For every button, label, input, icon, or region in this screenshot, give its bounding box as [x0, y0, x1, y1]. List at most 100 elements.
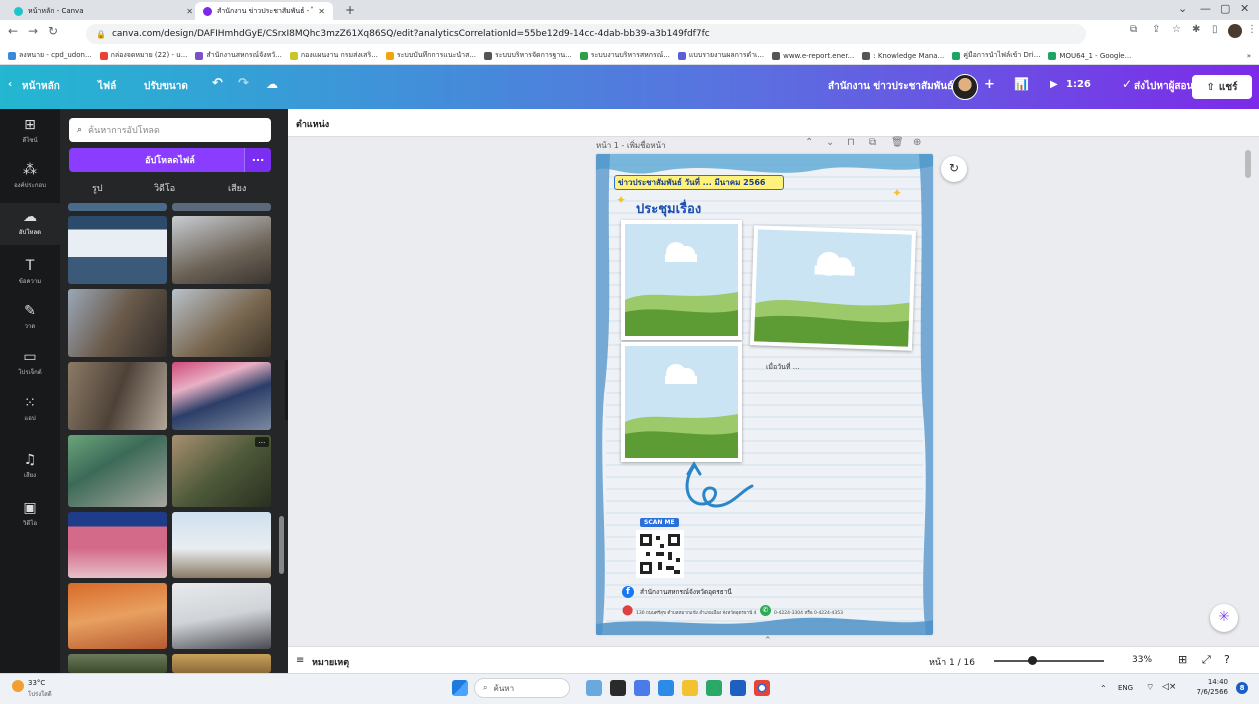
reload-icon[interactable]: ↻	[48, 24, 58, 38]
editor-scrollbar[interactable]	[1245, 150, 1251, 178]
add-page-icon[interactable]: ⊕	[913, 137, 921, 148]
upload-thumbnail[interactable]: ...	[172, 435, 271, 507]
browser-tab-design[interactable]: สำนักงาน ข่าวประชาสัมพันธ์ - ไปสเล ✕	[195, 2, 333, 20]
bookmark-item[interactable]: ระบบบริหารจัดการฐาน...	[484, 50, 572, 61]
photo-frame[interactable]	[621, 342, 742, 462]
language-indicator[interactable]: ENG	[1118, 684, 1133, 692]
rail-item-text[interactable]: T ข้อความ	[0, 258, 60, 286]
zoom-slider[interactable]	[994, 660, 1104, 662]
back-chevron-icon[interactable]: ‹	[8, 79, 12, 90]
delete-page-icon[interactable]: 🗑	[891, 137, 904, 148]
zoom-level[interactable]: 33%	[1132, 655, 1152, 665]
phone-text[interactable]: 0-4224-3304 หรือ 0-4224-4353	[774, 609, 843, 616]
upload-thumbnail[interactable]	[172, 654, 271, 673]
menu-kebab-icon[interactable]: ⋮	[1247, 24, 1257, 35]
share-page-icon[interactable]: ⇪	[1152, 24, 1160, 35]
tab-images[interactable]: รูป	[92, 181, 103, 195]
chevron-up-icon[interactable]: ⌃	[805, 137, 813, 148]
address-bar[interactable]: 🔒 canva.com/design/DAFIHmhdGyE/CSrxI8MQh…	[86, 24, 1086, 44]
file-explorer-icon[interactable]	[682, 680, 698, 696]
home-button[interactable]: หน้าหลัก	[22, 79, 60, 94]
minimize-icon[interactable]: —	[1200, 2, 1211, 15]
tray-chevron-icon[interactable]: ⌃	[1100, 684, 1107, 693]
user-avatar[interactable]	[952, 74, 978, 100]
help-icon[interactable]: ?	[1224, 653, 1230, 666]
bookmark-star-icon[interactable]: ☆	[1172, 24, 1181, 35]
upload-thumbnail[interactable]	[172, 289, 271, 357]
chrome-icon[interactable]	[754, 680, 770, 696]
extensions-icon[interactable]: ✱	[1192, 24, 1200, 35]
address-text[interactable]: 130 ถนนศรีสุข ตำบลหมากแข้ง อำเภอเมือง จั…	[636, 609, 756, 616]
zoom-slider-handle[interactable]	[1028, 656, 1037, 665]
weather-icon[interactable]	[12, 680, 24, 692]
upload-thumbnail[interactable]	[172, 583, 271, 649]
page-count[interactable]: หน้า 1 / 16	[929, 655, 975, 669]
forward-icon[interactable]: →	[28, 24, 38, 38]
teams-chat-icon[interactable]	[634, 680, 650, 696]
windows-start-icon[interactable]	[452, 680, 468, 696]
bookmark-item[interactable]: ระบบงานบริหารสหกรณ์...	[579, 50, 670, 61]
fullscreen-icon[interactable]: ⤢	[1202, 653, 1211, 667]
upload-more-button[interactable]: ...	[244, 148, 271, 172]
share-button[interactable]: ⇧ แชร์	[1192, 75, 1252, 99]
photo-frame[interactable]	[749, 225, 917, 351]
tab-audio[interactable]: เสียง	[228, 181, 246, 195]
show-pages-chevron-icon[interactable]: ⌃	[764, 636, 772, 646]
facebook-page-name[interactable]: สำนักงานสหกรณ์จังหวัดอุดรธานี	[640, 587, 732, 597]
add-collaborator-icon[interactable]: +	[984, 77, 995, 92]
maximize-icon[interactable]: ▢	[1220, 2, 1230, 15]
bookmark-item[interactable]: กล่องจดหมาย (22) - u...	[99, 50, 187, 61]
notes-button[interactable]: หมายเหตุ	[312, 655, 349, 669]
close-icon[interactable]: ✕	[186, 7, 193, 16]
position-button[interactable]: ตำแหน่ง	[296, 117, 329, 131]
profile-avatar[interactable]	[1228, 24, 1242, 38]
rail-item-audio[interactable]: ♫ เสียง	[0, 452, 60, 480]
temperature[interactable]: 33°C	[28, 679, 68, 689]
bookmark-item[interactable]: คู่มือการนำไฟล์เข้า Dri...	[952, 50, 1040, 61]
panel-scrollbar[interactable]	[279, 516, 284, 574]
chevron-down-icon[interactable]: ⌄	[826, 137, 834, 148]
new-tab-icon[interactable]: +	[345, 3, 355, 17]
magic-assistant-button[interactable]: ✳	[1210, 604, 1238, 632]
rail-item-video[interactable]: ▣ วิดีโอ	[0, 500, 60, 528]
duplicate-page-icon[interactable]: ⧉	[869, 137, 876, 148]
document-title[interactable]: สำนักงาน ข่าวประชาสัมพันธ์	[828, 79, 953, 94]
upload-thumbnail[interactable]	[68, 203, 167, 211]
rotate-refresh-button[interactable]: ↻	[941, 156, 967, 182]
bookmark-item[interactable]: สำนักงานสหกรณ์จังหวั...	[195, 50, 282, 61]
redo-icon[interactable]: ↷	[238, 76, 249, 91]
store-icon[interactable]	[706, 680, 722, 696]
page-title-input[interactable]: หน้า 1 - เพิ่มชื่อหน้า	[596, 139, 666, 152]
search-input[interactable]: ⌕ ค้นหาการอัปโหลด	[69, 118, 271, 142]
rail-item-apps[interactable]: ⁙ แอป	[0, 395, 60, 423]
upload-thumbnail[interactable]	[68, 583, 167, 649]
resize-button[interactable]: ปรับขนาด	[144, 79, 188, 94]
tab-videos[interactable]: วิดีโอ	[154, 181, 175, 195]
undo-icon[interactable]: ↶	[212, 76, 223, 91]
translate-icon[interactable]: ⧉	[1130, 24, 1137, 35]
upload-thumbnail[interactable]	[68, 435, 167, 507]
notes-icon[interactable]: ≡	[296, 655, 304, 666]
rail-item-elements[interactable]: ⁂ องค์ประกอบ	[0, 162, 60, 190]
design-page[interactable]: ข่าวประชาสัมพันธ์ วันที่ ... มีนาคม 2566…	[596, 154, 933, 635]
back-icon[interactable]: ←	[8, 24, 18, 38]
more-bookmarks-icon[interactable]: »	[1247, 52, 1259, 60]
edge-browser-icon[interactable]	[658, 680, 674, 696]
browser-tab-canva-home[interactable]: หน้าหลัก - Canva ✕	[6, 2, 201, 20]
sidepanel-icon[interactable]: ▯	[1212, 24, 1218, 35]
bookmark-item[interactable]: ระบบบันทึกการแนะนำส...	[385, 50, 476, 61]
task-view-icon[interactable]	[610, 680, 626, 696]
date-text[interactable]: เมื่อวันที่ ...	[766, 362, 799, 373]
send-to-teacher-button[interactable]: ส่งไปหาผู้สอน	[1134, 79, 1193, 94]
thumbnail-more-button[interactable]: ...	[255, 437, 269, 447]
upload-files-button[interactable]: อัปโหลดไฟล์	[69, 148, 271, 172]
upload-thumbnail[interactable]	[68, 512, 167, 578]
bookmark-item[interactable]: กองแผนงาน กรมส่งเสริ...	[289, 50, 378, 61]
volume-icon[interactable]: ◁×	[1162, 682, 1176, 692]
present-button[interactable]: ▶ 1:26	[1050, 75, 1108, 99]
upload-thumbnail[interactable]	[68, 289, 167, 357]
upload-thumbnail[interactable]	[172, 512, 271, 578]
clock-time[interactable]: 14:40	[1188, 678, 1228, 686]
banner-title[interactable]: ข่าวประชาสัมพันธ์ วันที่ ... มีนาคม 2566	[614, 175, 784, 190]
rail-item-design[interactable]: ⊞ ดีไซน์	[0, 117, 60, 145]
